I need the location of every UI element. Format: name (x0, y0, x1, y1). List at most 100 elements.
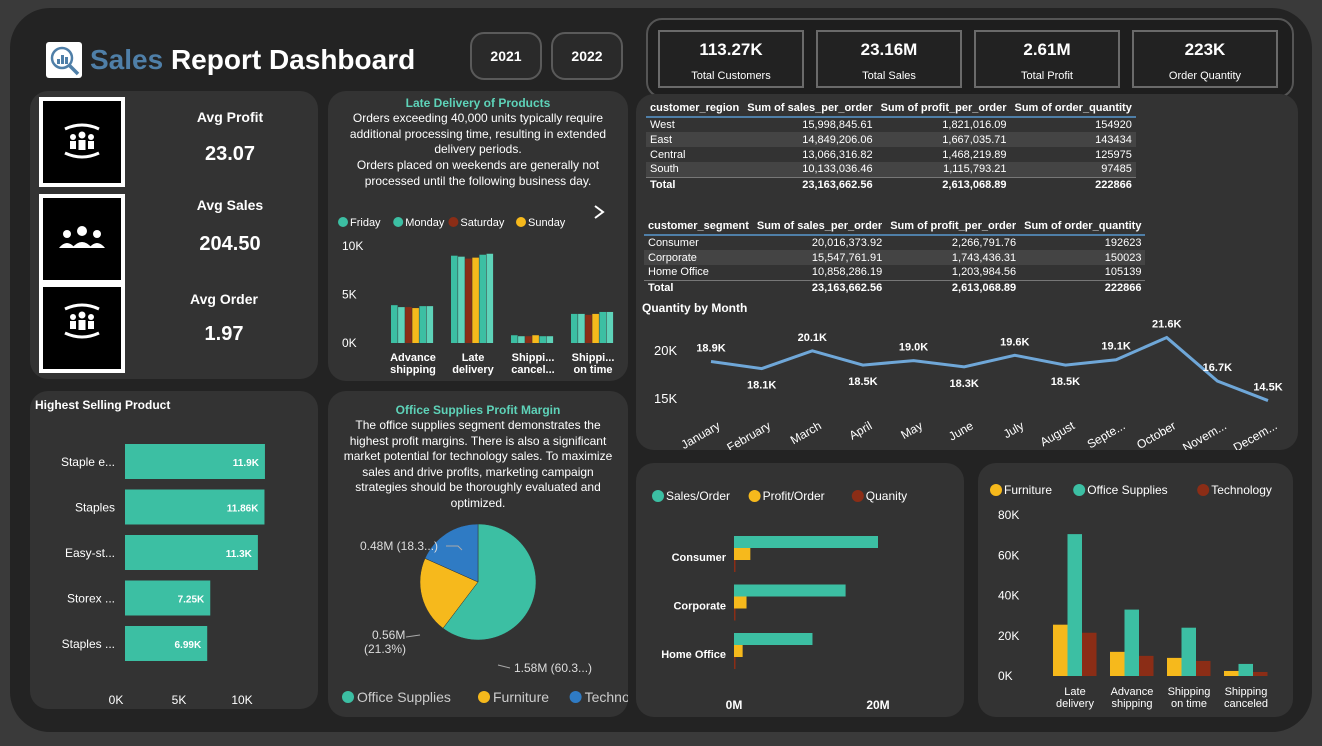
data-label: 19.6K (1000, 336, 1029, 348)
bar (734, 596, 747, 609)
bar (391, 305, 398, 343)
x-tick-label: Decem... (1231, 418, 1280, 450)
x-tick-label: October (1134, 418, 1178, 450)
tables-panel: customer_region Sum of sales_per_order S… (636, 94, 1298, 450)
bar (734, 657, 736, 669)
year-2021-button[interactable]: 2021 (470, 32, 542, 80)
data-label: 11.9K (233, 458, 260, 469)
legend-label: Profit/Order (763, 489, 825, 503)
avg-sales-label: Avg Sales (196, 197, 264, 213)
bar (1196, 660, 1211, 676)
data-label: 21.6K (1152, 319, 1181, 331)
data-label: 19.0K (899, 342, 928, 354)
kpi-order-quantity: 223K Order Quantity (1132, 30, 1278, 88)
data-label: 18.5K (848, 376, 877, 388)
legend-dot (342, 691, 354, 703)
bar (734, 560, 736, 572)
sales-group-icon (39, 194, 125, 284)
order-hand-icon (39, 283, 125, 373)
region-sales-col-header[interactable]: Sum of sales_per_order (743, 100, 877, 118)
avg-order-label: Avg Order (190, 291, 258, 307)
x-tick-label: Late (462, 352, 485, 364)
legend-dot (478, 691, 490, 703)
bar (426, 306, 434, 343)
bar (451, 255, 458, 343)
late-delivery-text-2: Orders placed on weekends are generally … (356, 158, 600, 188)
averages-panel: Avg Profit 23.07 Avg Sales 204.50 Avg Or… (30, 91, 318, 379)
x-tick-label: Late (1064, 686, 1085, 698)
avg-sales-value: 204.50 (199, 233, 261, 255)
segment-sales-col-header[interactable]: Sum of sales_per_order (752, 218, 887, 236)
y-tick-label: 20K (654, 343, 677, 358)
bar (1067, 534, 1082, 676)
data-label: 11.3K (226, 549, 253, 560)
slice-label: 0.56M (372, 628, 405, 642)
bar (479, 254, 486, 343)
office-supplies-text: The office supplies segment demonstrates… (343, 418, 613, 510)
x-tick-label: 5K (172, 693, 187, 707)
x-tick-label: 0K (109, 693, 124, 707)
y-tick-label: Consumer (672, 552, 727, 564)
x-tick-label: Shippi... (572, 352, 615, 364)
bar (1224, 670, 1239, 676)
legend-dot (569, 691, 582, 703)
avg-profit-value: 23.07 (204, 143, 256, 165)
legend-label: Monday (405, 217, 445, 229)
office-supplies-panel: Office Supplies Profit Margin The office… (328, 391, 628, 717)
bar (734, 608, 736, 621)
highest-selling-panel: Highest Selling Product Staple e... 11.9K… (30, 391, 318, 709)
region-qty-col-header[interactable]: Sum of order_quantity (1010, 100, 1136, 118)
data-label: 19.1K (1101, 341, 1130, 353)
table-row: East 14,849,206.06 1,667,035.71 143434 (646, 132, 1136, 147)
legend-label: Technology (585, 689, 628, 705)
bar (1082, 632, 1097, 676)
bar (734, 548, 751, 560)
category-delivery-chart: Furniture Office Supplies Technology 80K 60K… (990, 483, 1272, 710)
bar (599, 311, 606, 343)
bar (405, 307, 412, 343)
bar (465, 258, 472, 343)
bar (532, 335, 539, 343)
bar (412, 308, 419, 343)
table-row: West 15,998,845.61 1,821,016.09 154920 (650, 119, 1132, 131)
x-tick-label: delivery (1056, 698, 1094, 710)
table-row: Home Office 10,858,286.19 1,203,984.56 1051… (648, 266, 1142, 279)
x-tick-label: March (788, 418, 824, 447)
x-tick-label: January (679, 418, 723, 450)
leader-line (497, 664, 511, 669)
page-title: Sales Report Dashboard (90, 44, 416, 75)
late-delivery-panel: Late Delivery of Products Orders exceedi… (328, 91, 628, 381)
region-profit-col-header[interactable]: Sum of profit_per_order (876, 100, 1011, 118)
x-tick-label: Advance (390, 352, 436, 364)
x-tick-label: delivery (452, 364, 494, 376)
legend-dot (338, 217, 348, 227)
segment-col-header[interactable]: customer_segment (644, 218, 753, 236)
legend-dot (516, 217, 526, 227)
y-tick-label: Easy-st... (65, 546, 115, 560)
region-table: customer_region Sum of sales_per_order S… (646, 100, 1136, 192)
x-tick-label: Shippi... (512, 352, 555, 364)
x-tick-label: 20M (866, 698, 889, 712)
y-tick-label: Storex ... (67, 592, 115, 606)
x-tick-label: February (725, 418, 774, 450)
bar (419, 306, 426, 343)
x-tick-label: cancel... (511, 364, 554, 376)
legend-label: Furniture (493, 689, 549, 705)
segment-qty-col-header[interactable]: Sum of order_quantity (1020, 218, 1146, 236)
year-2022-button[interactable]: 2022 (551, 32, 623, 80)
data-label: 6.99K (175, 640, 202, 651)
legend-dot (1073, 484, 1086, 496)
x-tick-label: on time (1171, 698, 1207, 710)
play-next-icon[interactable] (592, 204, 606, 220)
leader-line (405, 634, 421, 638)
region-col-header[interactable]: customer_region (646, 100, 744, 118)
x-tick-label: Shipping (1225, 686, 1268, 698)
logo-icon (46, 42, 82, 78)
bar (1253, 671, 1268, 676)
x-tick-label: July (1001, 418, 1026, 441)
segment-profit-col-header[interactable]: Sum of profit_per_order (886, 218, 1021, 236)
bar (511, 335, 518, 343)
x-tick-label: 10K (231, 693, 252, 707)
bar (578, 313, 585, 343)
data-label: 11.86K (227, 504, 259, 515)
